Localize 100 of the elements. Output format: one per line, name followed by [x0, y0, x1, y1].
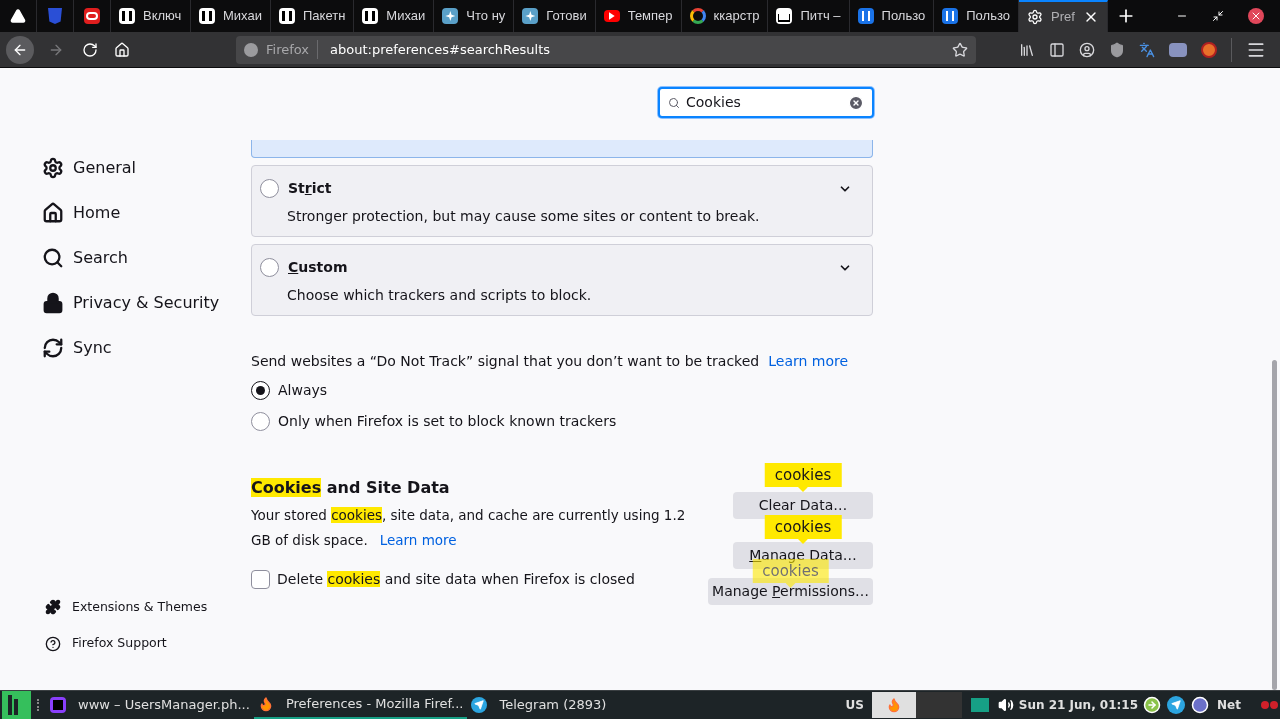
clear-icon[interactable] [848, 94, 864, 111]
sidebar-link[interactable]: Firefox Support [0, 634, 251, 653]
search-field[interactable]: Cookies [658, 87, 874, 118]
restore-icon[interactable] [1212, 10, 1224, 22]
learn-more-link[interactable]: Learn more [379, 532, 457, 548]
browser-tab[interactable]: Pref [1018, 0, 1108, 32]
gear-icon [1026, 9, 1043, 25]
tab-title: Михаи [223, 7, 262, 26]
sidebar-item[interactable]: Sync [0, 325, 251, 370]
warning-icon [10, 8, 26, 24]
logo-icon [689, 8, 706, 24]
puzzle-icon [45, 598, 61, 615]
radio-label: Always [278, 381, 328, 400]
home-icon [42, 201, 64, 224]
tab-title: Готови [546, 7, 587, 26]
option-card[interactable]: Strict Stronger protection, but may cause some sites or content to break. [251, 165, 873, 237]
logo-icon [362, 8, 379, 24]
section-heading: Cookies and Site Data [251, 477, 451, 499]
logo-icon [776, 8, 793, 24]
burst-icon [442, 8, 459, 24]
address-bar[interactable]: Firefox about:preferences#searchResults [236, 35, 976, 64]
tab-title: Пакетн [303, 7, 346, 26]
sidebar-icon[interactable] [1049, 41, 1065, 58]
help-icon [45, 635, 61, 652]
option-card[interactable]: Custom Choose which trackers and scripts to block. [251, 244, 873, 316]
logo-icon [857, 8, 874, 24]
tab-title: Что ну [466, 7, 506, 26]
logo-icon [119, 8, 135, 24]
taskbar-preview[interactable] [915, 692, 962, 718]
radio-button[interactable] [260, 258, 279, 277]
tab-title: Пользо [966, 7, 1010, 26]
taskbar-preview[interactable] [871, 692, 916, 718]
tab-title: Питч – [800, 7, 841, 26]
search-tooltip: cookies [764, 463, 842, 492]
taskbar-item[interactable]: Preferences - Mozilla Firef... [253, 691, 468, 719]
gear-icon [42, 156, 64, 179]
app-icon [50, 697, 66, 713]
account-icon[interactable] [1079, 41, 1095, 58]
bookmark-star-icon[interactable] [952, 41, 968, 58]
radio-label: Only when Firefox is set to block known trackers [278, 412, 617, 431]
action-button[interactable]: Manage Permissions… [708, 578, 873, 605]
section-description: Your stored cookies, site data, and cache are currently using 1.2 GB of disk space. Learn more [251, 506, 687, 550]
play-icon [603, 10, 620, 22]
search-icon [668, 96, 680, 109]
tab-title: Pref [1050, 8, 1075, 27]
search-icon [42, 246, 64, 269]
sidebar-item[interactable]: Home [0, 190, 251, 235]
close-icon[interactable] [1248, 8, 1264, 24]
volume-icon[interactable] [997, 697, 1014, 713]
checkbox[interactable] [251, 570, 270, 589]
back-button[interactable] [6, 35, 34, 64]
tab-title: Темпер [627, 7, 673, 26]
keyboard-layout[interactable]: US [845, 696, 864, 714]
logo-icon [199, 8, 215, 24]
lock-icon [42, 291, 64, 314]
translate-icon[interactable] [1139, 41, 1155, 58]
radio-button[interactable] [260, 179, 279, 198]
search-tooltip: cookies [764, 515, 842, 544]
telegram-icon[interactable] [1167, 696, 1186, 714]
taskbar-item[interactable]: www – UsersManager.ph... [46, 691, 254, 719]
option-title: Strict [288, 179, 332, 198]
compass-icon[interactable] [1191, 696, 1210, 714]
tab-title: ккарстр [713, 7, 760, 26]
radio-button[interactable] [251, 381, 270, 400]
ring-icon [84, 8, 100, 24]
dnt-text: Send websites a “Do Not Track” signal that you don’t want to be tracked [251, 352, 760, 371]
clock[interactable]: Sun 21 Jun, 01:15 [1018, 696, 1139, 714]
taskbar-item[interactable]: Telegram (2893) [467, 691, 611, 719]
tab-title: Включ [143, 7, 182, 26]
identity-label: Firefox [266, 39, 319, 60]
sidebar-link[interactable]: Extensions & Themes [0, 597, 251, 617]
radio-button[interactable] [251, 412, 270, 431]
scrollbar-thumb[interactable] [1272, 360, 1277, 690]
learn-more-link[interactable]: Learn more [768, 351, 849, 372]
option-title: Custom [288, 258, 348, 277]
tab-title: Пользо [881, 7, 926, 26]
library-icon[interactable] [1019, 41, 1035, 58]
close-icon [1250, 10, 1262, 22]
shield-icon [48, 8, 62, 24]
url-text: about:preferences#searchResults [330, 40, 551, 59]
sync-icon [42, 336, 64, 359]
logo-icon [942, 8, 959, 24]
option-description: Choose which trackers and scripts to block. [287, 286, 593, 305]
burst-icon [522, 8, 539, 24]
reload-icon[interactable] [82, 41, 98, 58]
sidebar-item[interactable]: Search [0, 235, 251, 280]
menu-logo-icon[interactable] [2, 691, 31, 719]
update-icon[interactable] [1143, 696, 1162, 714]
logo-icon [279, 8, 295, 24]
sidebar-item[interactable]: Privacy & Security [0, 280, 251, 325]
network-label[interactable]: Net [1217, 696, 1241, 714]
screen-icon[interactable] [970, 698, 989, 712]
home-icon[interactable] [114, 41, 130, 58]
option-description: Stronger protection, but may cause some sites or content to break. [287, 207, 761, 226]
handle-icon[interactable] [37, 699, 40, 711]
shield-icon[interactable] [1109, 41, 1125, 58]
action-button[interactable]: Clear Data… [733, 492, 873, 519]
checkbox-label: Delete cookies and site data when Firefox is closed [277, 570, 635, 589]
sidebar-item[interactable]: General [0, 145, 251, 190]
tab-title: Михаи [386, 7, 426, 26]
